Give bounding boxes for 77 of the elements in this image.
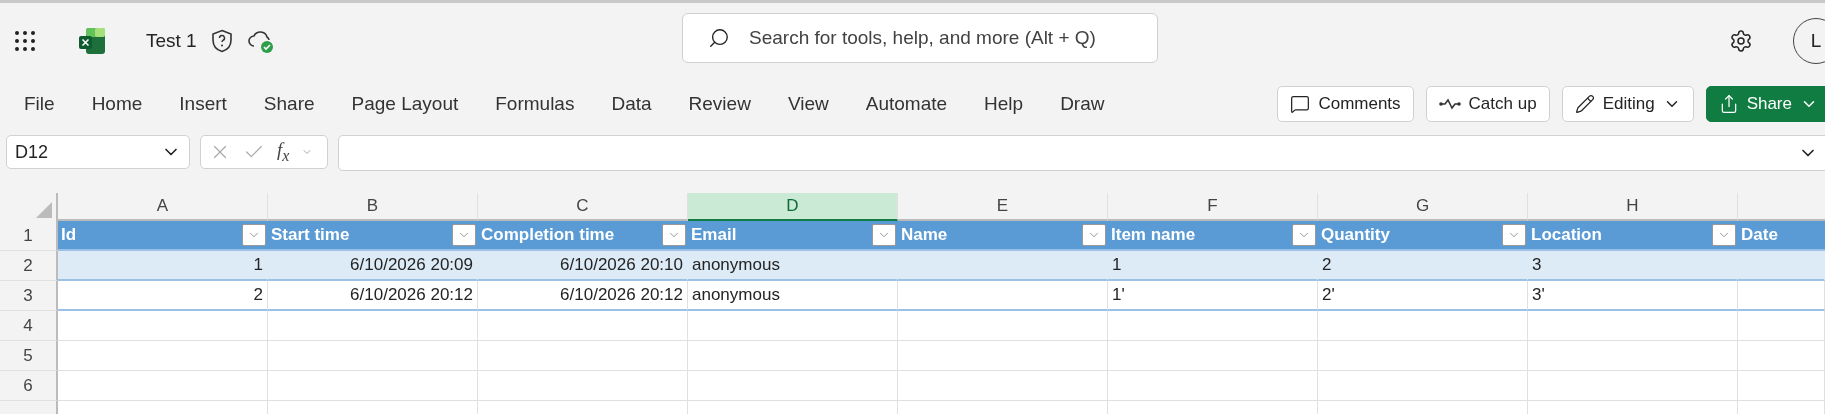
catch-up-button[interactable]: Catch up <box>1425 86 1550 122</box>
select-all-icon[interactable] <box>36 202 52 218</box>
app-launcher-icon[interactable] <box>14 30 36 52</box>
row-number[interactable]: 3 <box>0 281 58 311</box>
row-number[interactable]: 5 <box>0 341 58 371</box>
table-cell: 2 <box>58 281 268 311</box>
menu-tab[interactable]: Draw <box>1046 93 1119 115</box>
menu-tab[interactable]: Page Layout <box>337 93 473 115</box>
name-box[interactable]: D12 <box>6 135 190 169</box>
table-header-cell: Quantity <box>1318 221 1528 251</box>
pulse-line-icon <box>1438 97 1461 111</box>
column-header[interactable]: B <box>268 193 478 221</box>
column-header[interactable]: E <box>898 193 1108 221</box>
filter-button[interactable] <box>452 224 476 246</box>
table-cell: 6/10/2026 20:12 <box>478 281 688 311</box>
table-cell: 3 <box>1528 251 1738 281</box>
table-cell: 6/10/2026 20:09 <box>268 251 478 281</box>
cloud-saved-icon[interactable] <box>246 28 275 54</box>
table-cell: anonymous <box>688 281 898 311</box>
insert-function-button[interactable]: f$_{x}$ <box>277 139 290 165</box>
filter-button[interactable] <box>1712 224 1736 246</box>
menu-tab[interactable]: Insert <box>165 93 241 115</box>
filter-button[interactable] <box>872 224 896 246</box>
column-header[interactable]: G <box>1318 193 1528 221</box>
table-header-cell: Id <box>58 221 268 251</box>
menu-tab[interactable]: Data <box>597 93 666 115</box>
settings-icon[interactable] <box>1729 29 1753 53</box>
menu-tab[interactable]: Review <box>674 93 765 115</box>
table-header-cell: Completion time <box>478 221 688 251</box>
table-cell: 3' <box>1528 281 1738 311</box>
menu-tab[interactable]: File <box>10 93 69 115</box>
table-header-cell: Name <box>898 221 1108 251</box>
table-cell: 2 <box>1318 251 1528 281</box>
column-header[interactable]: D <box>688 193 898 221</box>
table-cell: 6/10/2026 20:12 <box>268 281 478 311</box>
table-header-cell: Start time <box>268 221 478 251</box>
row-number[interactable]: 1 <box>0 221 58 251</box>
table-cell: 1' <box>1108 281 1318 311</box>
column-header[interactable] <box>1738 193 1825 221</box>
filter-button[interactable] <box>662 224 686 246</box>
formula-input-field[interactable] <box>338 135 1825 171</box>
menu-tab[interactable]: Share <box>249 93 329 115</box>
filter-button[interactable] <box>1292 224 1316 246</box>
pencil-icon <box>1574 94 1595 114</box>
table-cell: 2' <box>1318 281 1528 311</box>
column-header[interactable]: H <box>1528 193 1738 221</box>
table-header-cell: Date <box>1738 221 1825 251</box>
table-cell: 1 <box>1108 251 1318 281</box>
table-header-cell: Email <box>688 221 898 251</box>
table-header-cell: Item name <box>1108 221 1318 251</box>
search-icon <box>708 27 730 49</box>
filter-button[interactable] <box>242 224 266 246</box>
menu-tab[interactable]: Help <box>970 93 1038 115</box>
comment-icon <box>1290 94 1311 114</box>
spreadsheet-logo-icon[interactable] <box>78 27 106 55</box>
row-number[interactable]: 2 <box>0 251 58 281</box>
share-button[interactable]: Share <box>1705 86 1825 122</box>
search-field[interactable]: Search for tools, help, and more (Alt + Q) <box>682 13 1158 63</box>
menu-tab[interactable]: Automate <box>851 93 962 115</box>
filter-button[interactable] <box>1502 224 1526 246</box>
editing-mode-button[interactable]: Editing <box>1561 86 1694 122</box>
row-number[interactable]: 4 <box>0 311 58 341</box>
comments-button[interactable]: Comments <box>1277 86 1414 122</box>
filter-button[interactable] <box>1082 224 1106 246</box>
table-cell: anonymous <box>688 251 898 281</box>
menu-tab[interactable]: Home <box>77 93 157 115</box>
shield-question-icon[interactable] <box>210 29 233 53</box>
column-header[interactable]: A <box>58 193 268 221</box>
column-header[interactable]: C <box>478 193 688 221</box>
row-number[interactable]: 6 <box>0 371 58 401</box>
menu-tab[interactable]: Formulas <box>481 93 589 115</box>
column-header[interactable]: F <box>1108 193 1318 221</box>
menu-tab[interactable]: View <box>773 93 843 115</box>
table-cell: 6/10/2026 20:10 <box>478 251 688 281</box>
document-title[interactable]: Test 1 <box>146 30 197 52</box>
table-cell: 1 <box>58 251 268 281</box>
table-header-cell: Location <box>1528 221 1738 251</box>
